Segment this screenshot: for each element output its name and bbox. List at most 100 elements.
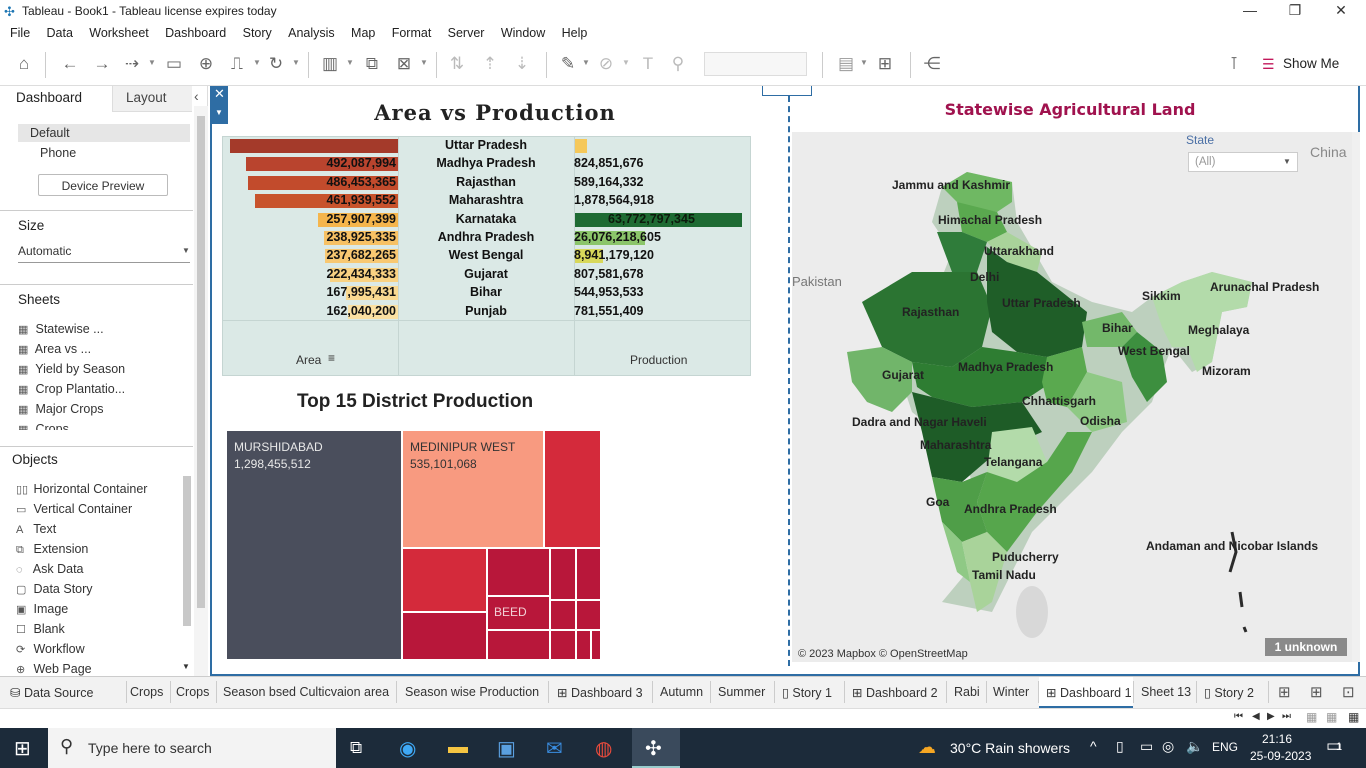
sheet-sorter-icon[interactable]: ▦ [1306, 710, 1317, 724]
treemap-cell[interactable] [576, 600, 601, 630]
state-name[interactable]: Andhra Pradesh [400, 230, 572, 244]
menu-window[interactable]: Window [501, 22, 545, 40]
treemap-cell[interactable]: BEED [487, 596, 550, 630]
show-hidden-icons-icon[interactable]: ^ [1090, 738, 1097, 754]
tab-layout[interactable]: Layout [126, 90, 167, 105]
new-story-icon[interactable]: ⊡ [1342, 683, 1355, 701]
first-sheet-icon[interactable]: ⏮ [1234, 711, 1243, 722]
sheet-item[interactable]: ▦ Yield by Season [18, 362, 125, 376]
object-item[interactable]: A Text [16, 522, 56, 536]
save-icon[interactable]: ▭ [162, 54, 186, 74]
treemap-cell[interactable] [576, 630, 591, 660]
menu-data[interactable]: Data [47, 22, 73, 40]
state-name[interactable]: Uttar Pradesh [400, 138, 572, 152]
new-worksheet-icon[interactable]: ▥ [318, 54, 342, 74]
prev-sheet-icon[interactable]: ◀ [1252, 711, 1260, 722]
tab-sheet[interactable]: Rabi [954, 685, 980, 699]
battery-icon[interactable]: ▭ [1140, 738, 1153, 755]
pause-updates-icon[interactable]: ⎍ [225, 54, 249, 74]
treemap-cell[interactable] [550, 548, 576, 600]
treemap-cell[interactable] [402, 548, 487, 612]
chevron-down-icon[interactable]: ▼ [860, 58, 868, 67]
state-name[interactable]: Maharashtra [400, 193, 572, 207]
state-name[interactable]: Bihar [400, 285, 572, 299]
fit-dropdown[interactable] [704, 52, 807, 76]
task-view-icon[interactable]: ⧉ [350, 738, 362, 758]
volume-icon[interactable]: 🔈 [1186, 738, 1203, 755]
clock-time[interactable]: 21:16 [1262, 732, 1292, 746]
treemap-cell[interactable] [487, 630, 550, 660]
map-scrollbar[interactable] [1352, 132, 1360, 662]
menu-analysis[interactable]: Analysis [288, 22, 335, 40]
home-icon[interactable]: ⌂ [12, 54, 36, 74]
chevron-down-icon[interactable]: ▼ [346, 58, 354, 67]
close-button[interactable]: ✕ [1326, 2, 1356, 19]
refresh-icon[interactable]: ↻ [264, 54, 288, 74]
chevron-down-icon[interactable]: ▼ [148, 58, 156, 67]
treemap-cell[interactable] [487, 548, 550, 596]
tab-data-source[interactable]: ⛁ Data Source [10, 685, 93, 700]
object-item[interactable]: ⟳ Workflow [16, 642, 85, 656]
sheet-item[interactable]: ▦ Area vs ... [18, 342, 91, 356]
india-map[interactable]: Jammu and Kashmir Himachal Pradesh Uttar… [792, 132, 1352, 662]
labels-icon[interactable]: T [636, 54, 660, 74]
restore-button[interactable]: ❐ [1280, 2, 1310, 19]
scroll-down-icon[interactable]: ▼ [182, 662, 190, 671]
treemap-cell[interactable] [544, 430, 601, 548]
language-indicator[interactable]: ENG [1212, 740, 1238, 754]
collapse-panel-icon[interactable]: ‹ [194, 88, 199, 104]
close-icon[interactable]: ✕ [214, 86, 225, 102]
treemap-cell[interactable]: MEDINIPUR WEST 535,101,068 [402, 430, 544, 548]
treemap-cell[interactable] [576, 548, 601, 600]
unknown-indicator[interactable]: 1 unknown [1265, 638, 1347, 656]
tab-dashboard[interactable]: ⊞ Dashboard 2 [852, 685, 938, 700]
network-icon[interactable]: ◎ [1162, 738, 1174, 755]
object-item[interactable]: ▯▯ Horizontal Container [16, 482, 147, 496]
menu-help[interactable]: Help [562, 22, 588, 40]
container-handle[interactable]: ✕ ▼ [210, 86, 228, 124]
filmstrip-icon[interactable]: ▦ [1326, 710, 1337, 724]
undo-icon[interactable]: ← [58, 54, 82, 74]
swap-icon[interactable]: ⇅ [445, 54, 469, 74]
minimize-button[interactable]: — [1235, 2, 1265, 18]
menu-file[interactable]: File [10, 22, 30, 40]
chevron-down-icon[interactable]: ▼ [253, 58, 261, 67]
object-item[interactable]: ▭ Vertical Container [16, 502, 132, 516]
menu-story[interactable]: Story [243, 22, 272, 40]
treemap-cell[interactable] [402, 612, 487, 660]
meet-icon[interactable]: ▯ [1116, 738, 1124, 755]
sheet-item[interactable]: ▦ Crops [18, 422, 69, 430]
tabs-view-icon[interactable]: ▦ [1348, 710, 1359, 724]
area-bar[interactable] [230, 139, 398, 153]
chevron-down-icon[interactable]: ▼ [582, 58, 590, 67]
windows-start-icon[interactable]: ⊞ [14, 736, 31, 761]
scrollbar-thumb[interactable] [197, 116, 205, 608]
taskbar-search[interactable]: ⚲ Type here to search [48, 728, 336, 768]
treemap-cell[interactable] [591, 630, 601, 660]
state-name[interactable]: Madhya Pradesh [400, 156, 572, 170]
sort-icon[interactable]: ≡ [328, 351, 335, 365]
chevron-down-icon[interactable]: ▼ [622, 58, 630, 67]
drag-handle[interactable] [762, 86, 812, 96]
state-name[interactable]: Karnataka [400, 212, 572, 226]
tab-sheet[interactable]: Sheet 13 [1141, 685, 1191, 699]
tab-sheet[interactable]: Crops [130, 685, 163, 699]
device-default[interactable]: Default [30, 126, 70, 140]
new-worksheet-icon[interactable]: ⊞ [1278, 683, 1291, 701]
tab-dashboard[interactable]: ⊞ Dashboard 3 [557, 685, 643, 700]
clock-date[interactable]: 25-09-2023 [1250, 749, 1311, 763]
chevron-down-icon[interactable]: ▼ [215, 108, 223, 117]
state-name[interactable]: Rajasthan [400, 175, 572, 189]
tab-sheet[interactable]: Summer [718, 685, 765, 699]
state-name[interactable]: Punjab [400, 304, 572, 318]
tab-dashboard-active[interactable]: ⊞ Dashboard 1 [1046, 685, 1132, 700]
tab-story[interactable]: ▯ Story 1 [782, 685, 832, 700]
production-bar[interactable] [575, 139, 587, 153]
sort-asc-icon[interactable]: ⇡ [478, 54, 502, 74]
menu-map[interactable]: Map [351, 22, 375, 40]
chevron-down-icon[interactable]: ▼ [292, 58, 300, 67]
chevron-down-icon[interactable]: ▼ [420, 58, 428, 67]
sheet-item[interactable]: ▦ Major Crops [18, 402, 104, 416]
tab-sheet[interactable]: Autumn [660, 685, 703, 699]
tab-dashboard[interactable]: Dashboard [16, 90, 82, 105]
